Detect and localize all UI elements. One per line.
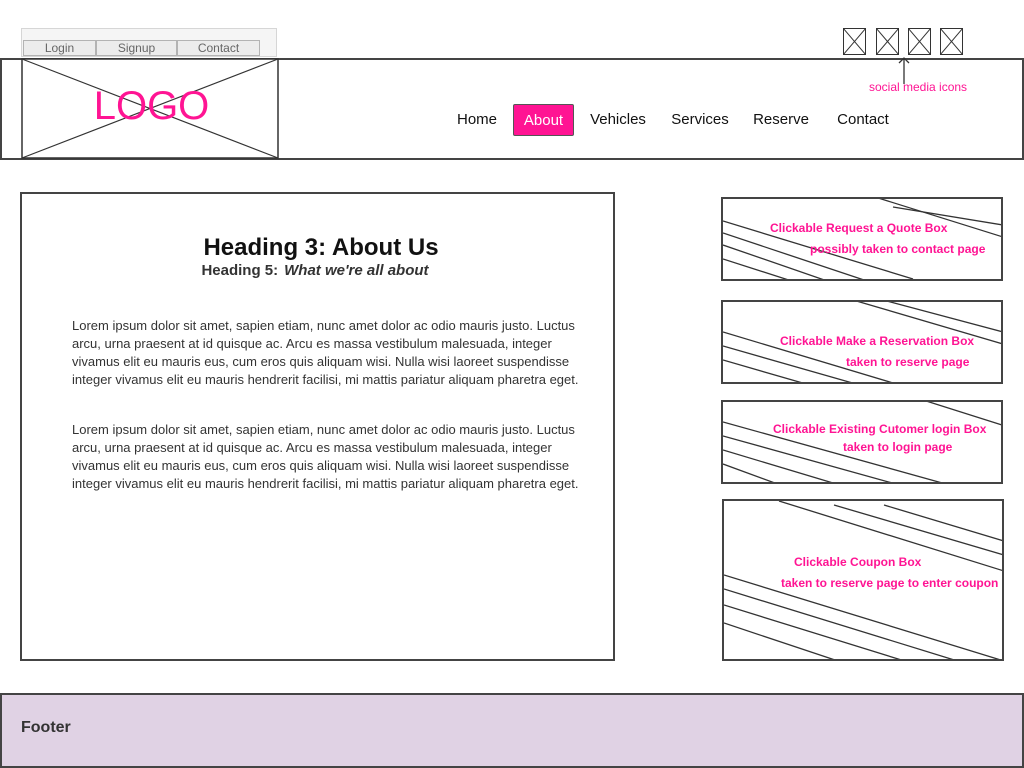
page-subheading: Heading 5: What we're all about bbox=[20, 262, 710, 279]
subheading-text: What we're all about bbox=[284, 262, 429, 279]
login-box-note: taken to login page bbox=[843, 440, 953, 454]
nav-contact[interactable]: Contact bbox=[830, 104, 896, 136]
body-paragraph-1: Lorem ipsum dolor sit amet, sapien etiam… bbox=[72, 318, 579, 387]
reservation-box-note: taken to reserve page bbox=[846, 355, 970, 369]
reservation-box-title: Clickable Make a Reservation Box bbox=[780, 334, 975, 348]
coupon-box[interactable]: Clickable Coupon Box taken to reserve pa… bbox=[722, 499, 1004, 661]
contact-utility-link[interactable]: Contact bbox=[177, 40, 260, 56]
social-icon-2[interactable] bbox=[876, 28, 899, 55]
nav-about[interactable]: About bbox=[513, 104, 574, 136]
social-icons-annotation: social media icons bbox=[869, 80, 968, 94]
signup-link[interactable]: Signup bbox=[96, 40, 177, 56]
customer-login-box[interactable]: Clickable Existing Cutomer login Box tak… bbox=[721, 400, 1003, 484]
footer-label: Footer bbox=[21, 719, 71, 736]
site-footer bbox=[0, 693, 1024, 768]
social-icon-1[interactable] bbox=[843, 28, 866, 55]
body-paragraph-2: Lorem ipsum dolor sit amet, sapien etiam… bbox=[72, 422, 579, 491]
coupon-box-title: Clickable Coupon Box bbox=[794, 555, 922, 569]
nav-reserve[interactable]: Reserve bbox=[746, 104, 816, 136]
login-link[interactable]: Login bbox=[23, 40, 96, 56]
social-icon-4[interactable] bbox=[940, 28, 963, 55]
nav-home[interactable]: Home bbox=[448, 104, 506, 136]
request-quote-box[interactable]: Clickable Request a Quote Box possibly t… bbox=[721, 197, 1003, 281]
quote-box-title: Clickable Request a Quote Box bbox=[770, 221, 948, 235]
social-icon-3[interactable] bbox=[908, 28, 931, 55]
logo-text: LOGO bbox=[93, 84, 210, 128]
subheading-prefix: Heading 5: bbox=[201, 262, 279, 279]
hatch-pattern bbox=[723, 199, 1001, 279]
nav-services[interactable]: Services bbox=[664, 104, 736, 136]
quote-box-note: possibly taken to contact page bbox=[810, 242, 986, 256]
make-reservation-box[interactable]: Clickable Make a Reservation Box taken t… bbox=[721, 300, 1003, 384]
login-box-title: Clickable Existing Cutomer login Box bbox=[773, 422, 987, 436]
nav-vehicles[interactable]: Vehicles bbox=[582, 104, 654, 136]
page-heading: Heading 3: About Us bbox=[203, 234, 439, 261]
utility-bar: Login Signup Contact bbox=[21, 28, 277, 57]
coupon-box-note: taken to reserve page to enter coupon bbox=[781, 576, 999, 590]
